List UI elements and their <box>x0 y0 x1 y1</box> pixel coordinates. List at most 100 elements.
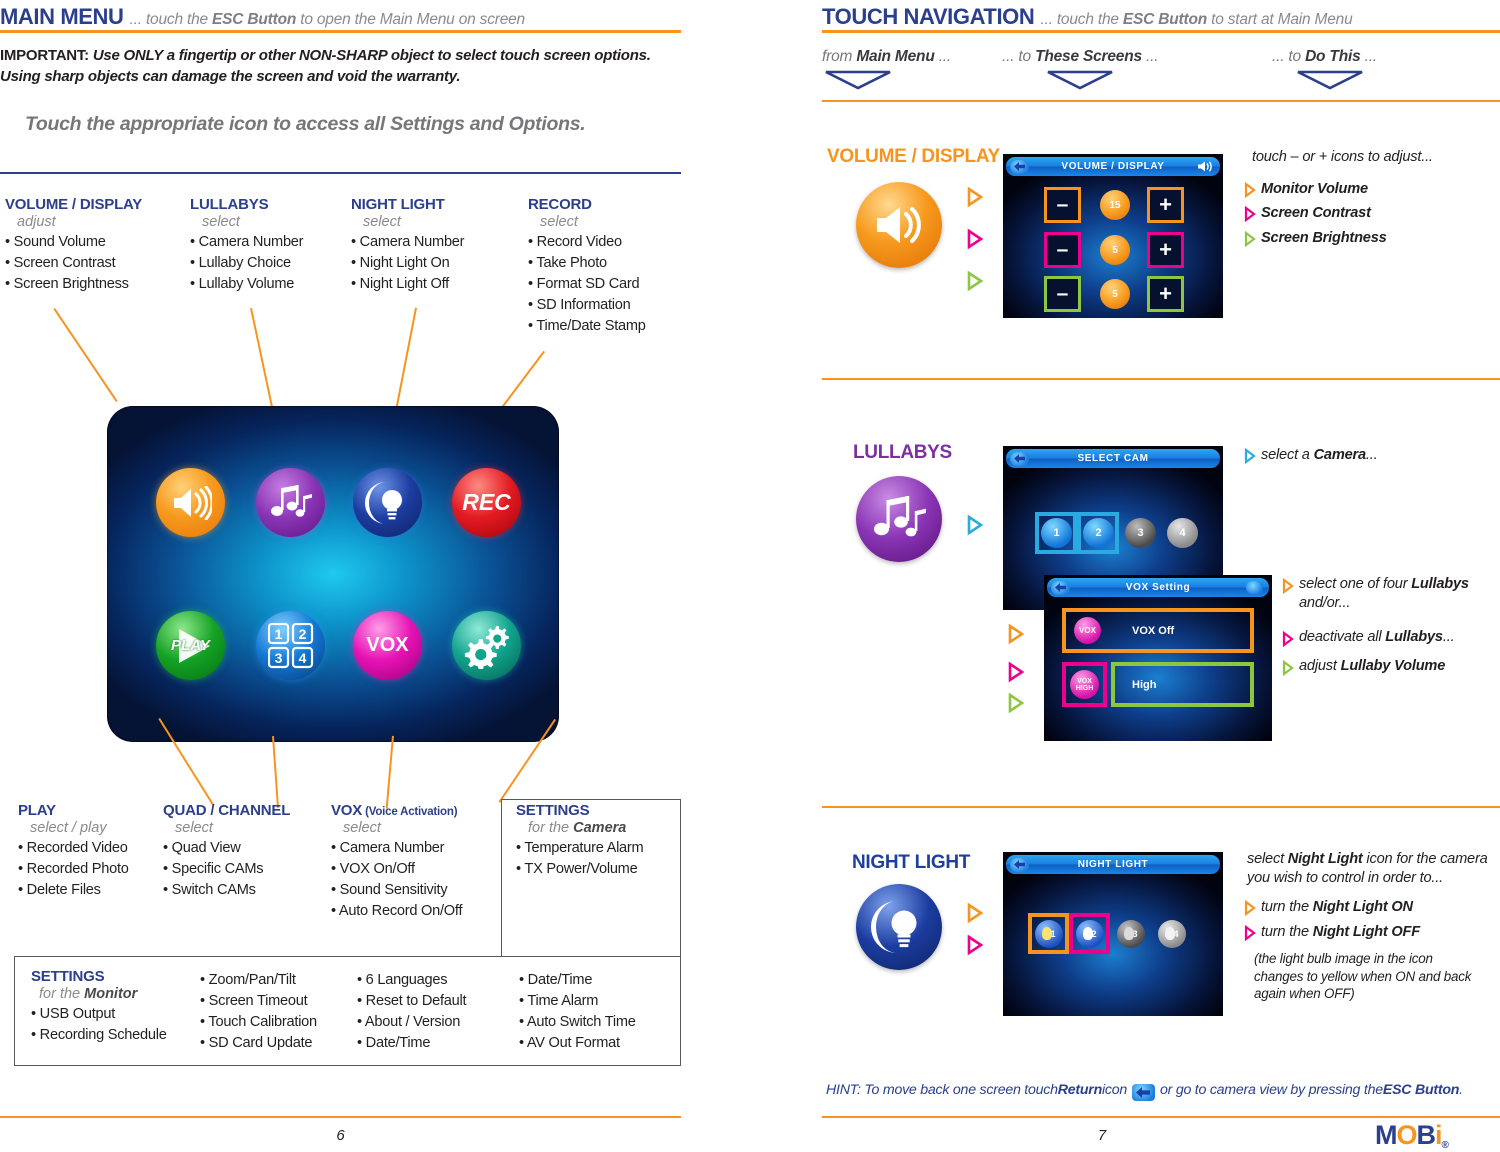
night-light-cam-4[interactable]: 4 <box>1158 920 1186 948</box>
note-text: Screen Contrast <box>1261 205 1371 222</box>
menu-icon-volume[interactable] <box>156 468 225 537</box>
menu-icon-settings[interactable] <box>452 611 521 680</box>
speaker-icon <box>1198 161 1212 172</box>
logo-b: B <box>1416 1120 1436 1150</box>
note-row: Screen Brightness <box>1244 229 1500 248</box>
cam-button-3[interactable]: 3 <box>1125 518 1156 548</box>
column-verb: select <box>363 214 401 230</box>
night-light-footnote: (the light bulb image in the icon change… <box>1254 951 1472 1002</box>
vox-off-badge-label: VOX <box>1079 626 1096 635</box>
camera-indicator-icon <box>1246 581 1263 594</box>
plus-button-brightness[interactable]: + <box>1150 279 1181 309</box>
column-verb: adjust <box>17 214 56 230</box>
menu-icon-night-light[interactable] <box>353 468 422 537</box>
column-list: Camera Number Lullaby Choice Lullaby Vol… <box>190 232 304 295</box>
screen-night-light: NIGHT LIGHT 1 2 3 4 <box>1003 852 1223 1016</box>
column-list: Camera Number Night Light On Night Light… <box>351 232 465 295</box>
svg-text:3: 3 <box>274 650 282 666</box>
list-item: 6 Languages <box>357 970 466 991</box>
column-list: Date/Time Time Alarm Auto Switch Time AV… <box>519 970 636 1054</box>
night-light-cam-3[interactable]: 3 <box>1117 920 1145 948</box>
menu-icon-quad-channel[interactable]: 1 2 3 4 <box>256 611 325 680</box>
cam-button-4[interactable]: 4 <box>1167 518 1198 548</box>
logo-reg: ® <box>1441 1140 1449 1151</box>
svg-text:1: 1 <box>274 626 282 642</box>
list-item: Recorded Video <box>18 838 129 859</box>
column-list: USB Output Recording Schedule <box>31 1004 167 1046</box>
menu-icon-record[interactable]: REC <box>452 468 521 537</box>
plus-button-contrast[interactable]: + <box>1150 235 1181 265</box>
group-notes-night-light: turn the Night Light ON turn the Night L… <box>1244 898 1500 948</box>
note-row: select one of four Lullabys and/or... <box>1282 575 1500 614</box>
screen-title: SELECT CAM <box>1077 453 1149 464</box>
important-label: IMPORTANT: <box>0 47 89 64</box>
nav-col-do-this: ... to Do This ... <box>1272 48 1492 96</box>
cam-button-label: 2 <box>1095 527 1102 539</box>
vox-high-badge[interactable]: VOX HIGH <box>1070 670 1099 699</box>
list-item: Camera Number <box>190 232 304 253</box>
cam-button-2[interactable]: 2 <box>1083 518 1114 548</box>
menu-icon-lullabys[interactable] <box>256 468 325 537</box>
settings-camera-box <box>501 799 681 956</box>
chevron-down-icon <box>1044 69 1272 96</box>
marker-triangle-icon <box>1282 578 1294 594</box>
menu-icon-play[interactable]: PLAY <box>156 611 225 680</box>
column-play: PLAY select / play Recorded Video Record… <box>18 802 129 901</box>
list-item: Lullaby Volume <box>190 274 303 295</box>
touch-navigation-header: TOUCH NAVIGATION ... touch the ESC Butto… <box>822 4 1353 30</box>
note-row: adjust Lullaby Volume <box>1282 657 1500 676</box>
column-verb: for the Monitor <box>39 986 138 1002</box>
main-menu-header: MAIN MENU ... touch the ESC Button to op… <box>0 4 525 30</box>
list-item: Lullaby Choice <box>190 253 303 274</box>
column-title: RECORD <box>528 196 592 213</box>
list-item: About / Version <box>357 1012 466 1033</box>
night-light-cam-2[interactable]: 2 <box>1076 920 1104 948</box>
list-item: SD Card Update <box>200 1033 317 1054</box>
list-item: Switch CAMs <box>163 880 290 901</box>
night-light-cam-1[interactable]: 1 <box>1035 920 1063 948</box>
minus-button-contrast[interactable]: – <box>1047 235 1078 265</box>
list-item: Delete Files <box>18 880 129 901</box>
moon-bulb-icon <box>364 481 402 524</box>
nav-header-rule <box>822 100 1500 102</box>
top-columns: VOLUME / DISPLAY adjust Sound Volume Scr… <box>0 196 681 356</box>
marker-triangle-icon <box>1244 182 1256 198</box>
note-text: deactivate all Lullabys... <box>1299 628 1455 645</box>
minus-button-volume[interactable]: – <box>1047 190 1078 220</box>
return-icon[interactable] <box>1010 451 1029 466</box>
return-icon[interactable] <box>1051 580 1070 595</box>
list-item: Record Video <box>528 232 646 253</box>
group-intro-night-light: select Night Light icon for the camera y… <box>1247 851 1488 887</box>
instruction-line: Touch the appropriate icon to access all… <box>25 113 586 135</box>
cam-button-1[interactable]: 1 <box>1041 518 1072 548</box>
column-title: PLAY <box>18 802 56 819</box>
bulb-on-indicator <box>1042 927 1052 940</box>
minus-button-brightness[interactable]: – <box>1047 279 1078 309</box>
note-row: deactivate all Lullabys... <box>1282 628 1500 647</box>
menu-icon-vox-label: VOX <box>366 634 409 656</box>
group-notes-lullabys: select one of four Lullabys and/or... de… <box>1282 575 1500 681</box>
group-intro-text: touch – or + icons to adjust... <box>1252 149 1433 165</box>
page-subtitle: ... touch the ESC Button to open the Mai… <box>129 11 526 28</box>
divider-rule-top <box>0 172 681 174</box>
list-item: Screen Brightness <box>5 274 142 295</box>
menu-icon-record-label: REC <box>462 489 511 515</box>
return-icon[interactable] <box>1010 857 1029 872</box>
bulb-off-indicator <box>1124 927 1134 940</box>
night-light-icon <box>856 884 942 970</box>
list-item: Night Light Off <box>351 274 464 295</box>
note-row-select-camera: select a Camera... <box>1244 446 1494 465</box>
important-text: Use ONLY a fingertip or other NON-SHARP … <box>0 47 651 86</box>
note-text: turn the Night Light ON <box>1261 899 1413 915</box>
column-record: RECORD select Record Video Take Photo Fo… <box>528 196 646 337</box>
group-title: LULLABYS <box>853 442 952 463</box>
bulb-off-indicator <box>1083 927 1093 940</box>
menu-icon-vox[interactable]: VOX <box>353 611 422 680</box>
left-page: MAIN MENU ... touch the ESC Button to op… <box>0 0 700 1152</box>
list-item: Take Photo <box>528 253 646 274</box>
contrast-level-value: 5 <box>1112 244 1118 256</box>
cam-button-label: 4 <box>1179 527 1186 539</box>
plus-button-volume[interactable]: + <box>1150 190 1181 220</box>
return-icon[interactable] <box>1010 159 1029 174</box>
vox-off-badge[interactable]: VOX <box>1074 617 1101 644</box>
